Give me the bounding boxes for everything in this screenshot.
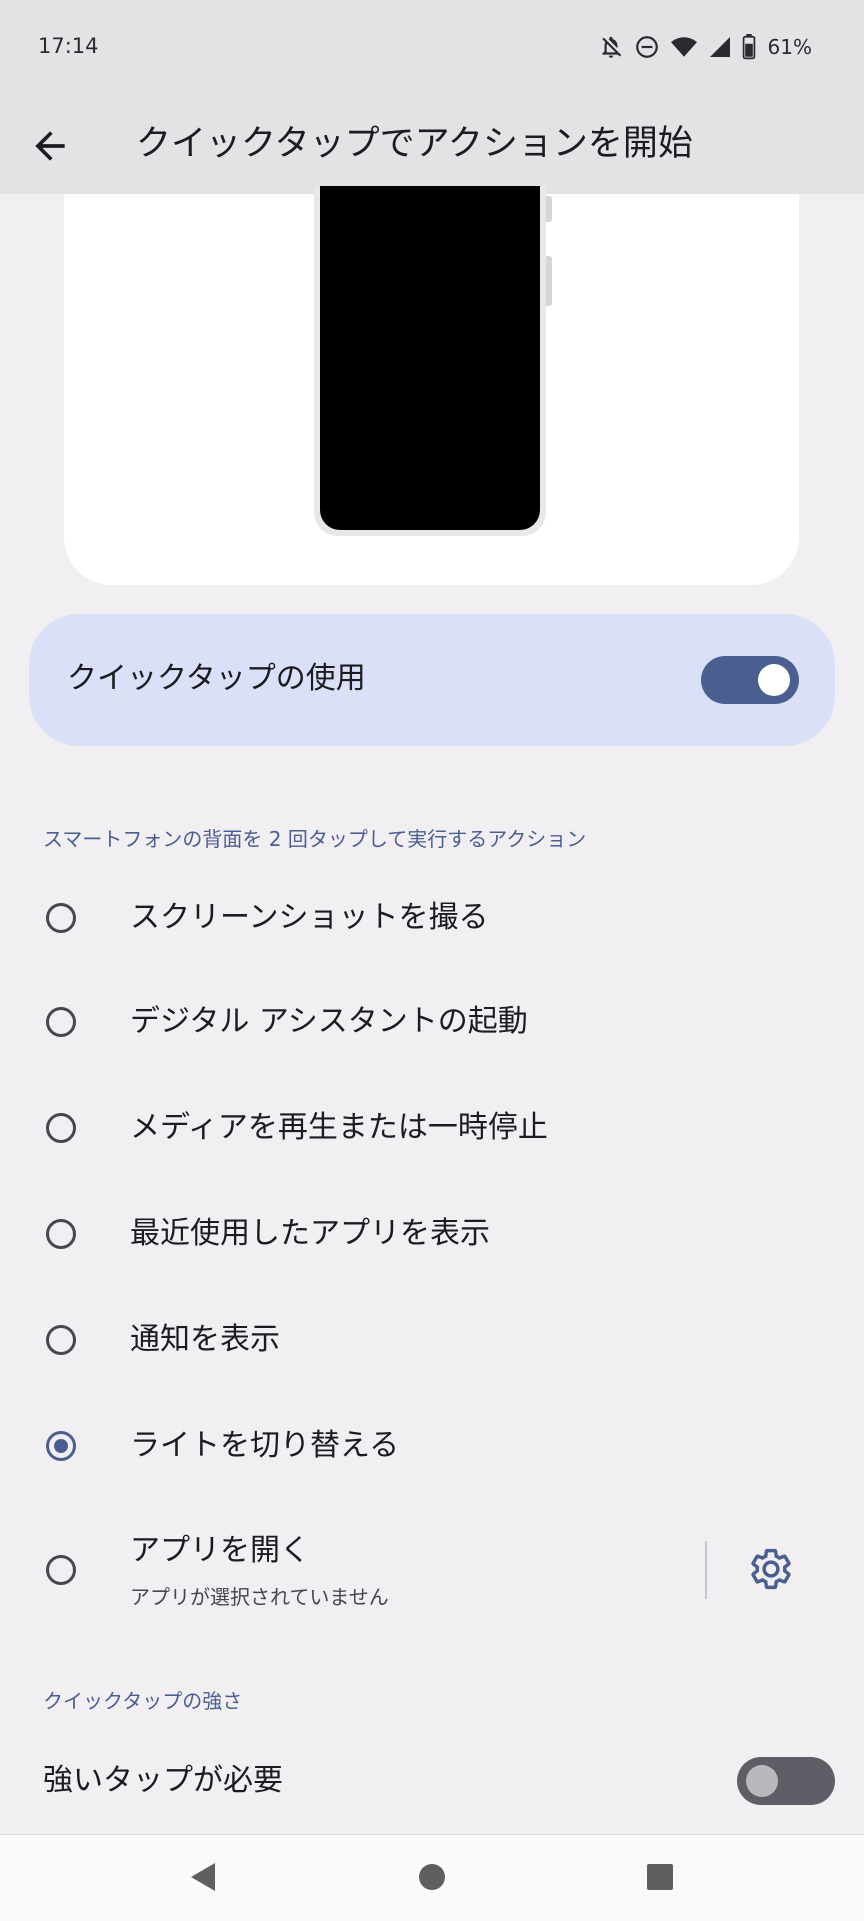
do-not-disturb-icon [635,36,658,58]
radio-button[interactable] [46,1325,76,1355]
option-label: メディアを再生または一時停止 [130,1110,548,1145]
actions-section-header: スマートフォンの背面を 2 回タップして実行するアクション [43,827,587,851]
phone-screen [320,186,540,530]
page-title: クイックタップでアクションを開始 [136,124,693,164]
radio-button[interactable] [46,1219,76,1249]
battery-icon [742,34,755,60]
phone-volume-button [546,256,552,306]
main-switch-label: クイックタップの使用 [67,661,366,696]
toggle-knob [758,664,790,696]
wifi-icon [670,37,697,57]
main-switch-toggle[interactable] [701,656,799,704]
back-triangle-icon[interactable] [188,1860,218,1894]
radio-button[interactable] [46,1555,76,1585]
option-label: 通知を表示 [130,1322,280,1357]
option-label: 最近使用したアプリを表示 [130,1216,490,1251]
option-label: ライトを切り替える [130,1428,400,1463]
radio-button[interactable] [46,903,76,933]
status-icons: 61% [598,32,812,62]
option-label: スクリーンショットを撮る [130,900,489,935]
option-open-app[interactable]: アプリを開く アプリが選択されていません [0,1520,864,1624]
option-recent-apps[interactable]: 最近使用したアプリを表示 [0,1185,864,1285]
phone-illustration [314,186,552,536]
app-bar: クイックタップでアクションを開始 [0,96,864,194]
option-screenshot[interactable]: スクリーンショットを撮る [0,868,864,968]
home-circle-icon[interactable] [418,1860,446,1894]
radio-button[interactable] [46,1113,76,1143]
gear-icon[interactable] [748,1546,794,1592]
phone-side-button [546,196,552,222]
option-sublabel: アプリが選択されていません [130,1585,389,1609]
strong-tap-label: 強いタップが必要 [43,1763,283,1798]
arrow-back-icon[interactable] [28,124,72,168]
option-toggle-flashlight[interactable]: ライトを切り替える [0,1397,864,1497]
option-media-play-pause[interactable]: メディアを再生または一時停止 [0,1080,864,1180]
notifications-off-icon [601,36,621,58]
status-bar: 17:14 61% [0,0,864,96]
navigation-bar [0,1834,864,1921]
vertical-divider [705,1541,707,1599]
gesture-illustration [64,186,799,585]
option-label: デジタル アシスタントの起動 [130,1004,528,1039]
option-notifications[interactable]: 通知を表示 [0,1291,864,1391]
status-time: 17:14 [38,34,99,58]
strong-tap-toggle[interactable] [737,1757,835,1805]
battery-percent: 61% [767,35,812,59]
option-digital-assistant[interactable]: デジタル アシスタントの起動 [0,974,864,1074]
cell-signal-icon [709,37,730,57]
radio-button[interactable] [46,1007,76,1037]
quick-tap-main-switch[interactable]: クイックタップの使用 [29,614,835,746]
recents-square-icon[interactable] [646,1860,674,1894]
toggle-knob [746,1765,778,1797]
option-label: アプリを開く [130,1533,310,1568]
strength-section-header: クイックタップの強さ [43,1689,243,1713]
radio-button-selected[interactable] [46,1431,76,1461]
